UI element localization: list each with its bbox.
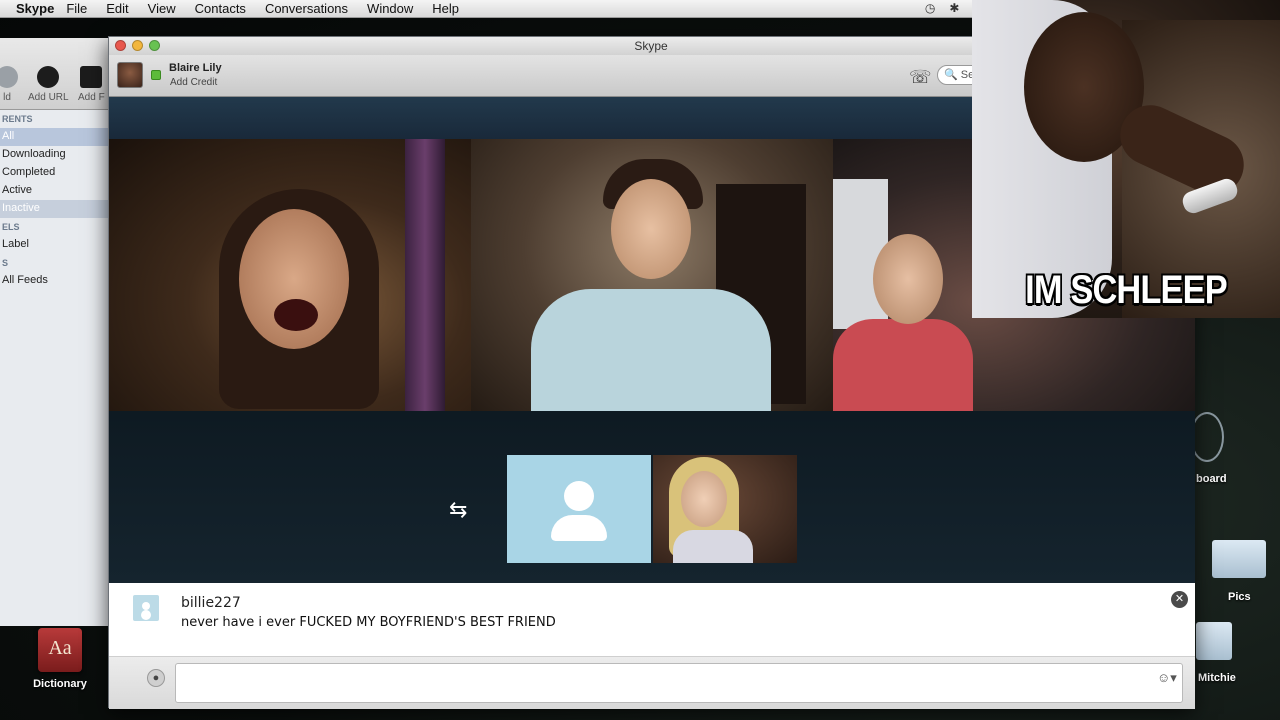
zoom-window-button[interactable]	[149, 40, 160, 51]
video-content	[274, 299, 318, 331]
video-feed-participant-1[interactable]	[109, 139, 471, 411]
dial-pad-icon[interactable]: ☏	[909, 67, 932, 88]
video-content	[681, 471, 727, 527]
time-machine-icon[interactable]: ◷	[925, 1, 935, 15]
sidebar-item-label[interactable]: Label	[0, 236, 109, 254]
emoticon-icon[interactable]: ☺▾	[1157, 670, 1177, 686]
sender-avatar[interactable]	[133, 595, 159, 621]
section-header: ELS	[2, 222, 20, 232]
menu-app-name[interactable]: Skype	[16, 1, 54, 16]
close-icon[interactable]: ✕	[1171, 591, 1188, 608]
sidebar-item-downloading[interactable]: Downloading	[0, 146, 109, 164]
folder-icon[interactable]	[1212, 540, 1266, 578]
section-header: RENTS	[2, 114, 33, 124]
chat-message: billie227 never have i ever FUCKED MY BO…	[109, 583, 1195, 657]
toolbar-label: Add URL	[28, 92, 69, 103]
toolbar-button-add-url[interactable]: Add URL	[28, 66, 69, 103]
toolbar-label: Add F	[78, 92, 105, 103]
menu-edit[interactable]: Edit	[106, 1, 128, 16]
globe-icon	[37, 66, 60, 88]
toolbar-label: ld	[3, 92, 11, 103]
sidebar-item-all-feeds[interactable]: All Feeds	[0, 272, 109, 290]
video-content	[611, 179, 691, 279]
menu-conversations[interactable]: Conversations	[265, 1, 348, 16]
dashboard-icon[interactable]	[1190, 412, 1224, 462]
video-content	[405, 139, 445, 411]
menu-view[interactable]: View	[148, 1, 176, 16]
participant-thumbnail-self-video[interactable]	[653, 455, 797, 563]
window-title: Skype	[634, 39, 668, 53]
menu-help[interactable]: Help	[432, 1, 459, 16]
sidebar-item-active[interactable]: Active	[0, 182, 109, 200]
message-text: never have i ever FUCKED MY BOYFRIEND'S …	[181, 615, 556, 630]
desktop-label-mitchie[interactable]: Mitchie	[1198, 672, 1236, 684]
background-window: ld Add URL Add F RENTS All Downloading C…	[0, 38, 110, 626]
default-avatar-icon	[551, 515, 607, 541]
dictionary-icon: Aa	[38, 628, 82, 672]
menu-contacts[interactable]: Contacts	[195, 1, 246, 16]
desktop-label-pics[interactable]: Pics	[1228, 591, 1251, 603]
default-avatar-icon	[564, 481, 594, 511]
video-feed-participant-2[interactable]	[471, 139, 833, 411]
participant-thumbnail-default-avatar[interactable]	[507, 455, 651, 563]
toolbar-button-add-file[interactable]: Add F	[78, 66, 105, 103]
section-header: S	[2, 258, 9, 268]
swap-icon[interactable]: ⇆	[449, 497, 467, 523]
user-avatar[interactable]	[117, 62, 143, 88]
dictionary-label: Dictionary	[33, 678, 87, 690]
toolbar-icon	[0, 66, 18, 88]
meme-caption: IM SCHLEEP	[1025, 268, 1228, 312]
call-thumbnails-area: ⇆	[109, 411, 1195, 583]
file-icon	[80, 66, 103, 88]
message-input-row: ● ☺▾	[109, 657, 1195, 709]
background-toolbar: ld Add URL Add F	[0, 38, 109, 110]
minimize-window-button[interactable]	[132, 40, 143, 51]
dictionary-app-icon[interactable]: Aa Dictionary	[28, 628, 92, 690]
video-content	[673, 530, 753, 563]
menu-file[interactable]: File	[66, 1, 87, 16]
microphone-icon[interactable]: ●	[147, 669, 165, 687]
sidebar-item-all[interactable]: All	[0, 128, 109, 146]
message-input[interactable]	[175, 663, 1183, 703]
video-content	[531, 289, 771, 411]
chat-panel: billie227 never have i ever FUCKED MY BO…	[109, 583, 1195, 709]
folder-icon[interactable]	[1196, 622, 1232, 660]
sidebar-item-completed[interactable]: Completed	[0, 164, 109, 182]
video-content	[873, 234, 943, 324]
online-status-icon[interactable]	[151, 70, 161, 80]
user-name[interactable]: Blaire Lily	[169, 62, 222, 74]
window-controls	[115, 40, 160, 51]
desktop-label-board[interactable]: board	[1196, 473, 1227, 485]
close-window-button[interactable]	[115, 40, 126, 51]
sidebar-item-inactive[interactable]: Inactive	[0, 200, 109, 218]
menu-window[interactable]: Window	[367, 1, 413, 16]
meme-image: IM SCHLEEP	[972, 0, 1280, 318]
toolbar-button-ld[interactable]: ld	[0, 66, 18, 103]
add-credit-link[interactable]: Add Credit	[170, 77, 217, 88]
message-sender[interactable]: billie227	[181, 595, 241, 611]
bluetooth-icon[interactable]: ✱	[949, 1, 959, 15]
video-content	[833, 319, 973, 411]
